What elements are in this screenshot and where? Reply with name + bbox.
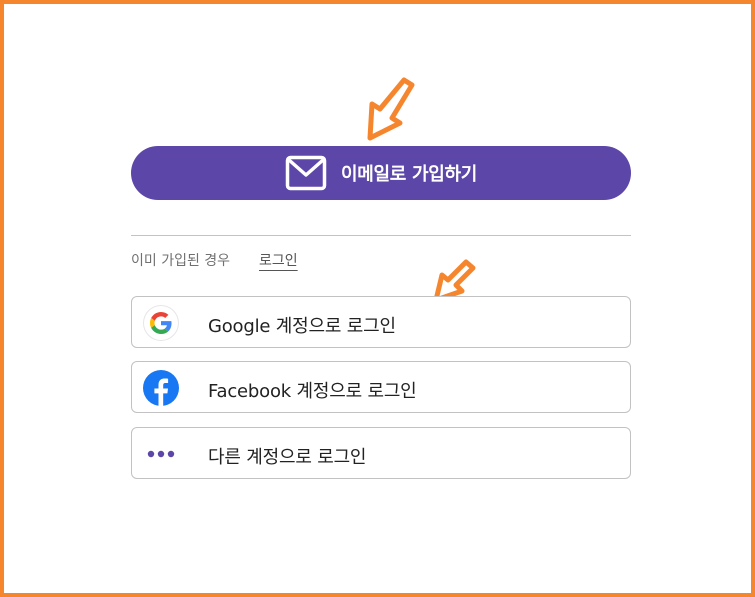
divider — [131, 235, 631, 236]
facebook-icon — [143, 370, 179, 406]
other-login-label: 다른 계정으로 로그인 — [208, 447, 367, 468]
more-dots-icon — [143, 436, 179, 472]
already-registered-text: 이미 가입된 경우 — [131, 253, 231, 269]
mail-icon — [285, 155, 327, 191]
email-signup-label: 이메일로 가입하기 — [340, 164, 478, 185]
google-login-button[interactable]: Google 계정으로 로그인 — [131, 296, 631, 348]
google-login-label: Google 계정으로 로그인 — [208, 316, 396, 337]
annotation-arrow-email — [367, 77, 415, 141]
google-icon — [143, 305, 179, 341]
email-signup-button[interactable]: 이메일로 가입하기 — [131, 146, 631, 200]
facebook-login-button[interactable]: Facebook 계정으로 로그인 — [131, 361, 631, 413]
facebook-login-label: Facebook 계정으로 로그인 — [208, 381, 417, 402]
other-login-button[interactable]: 다른 계정으로 로그인 — [131, 427, 631, 479]
login-link[interactable]: 로그인 — [259, 250, 298, 270]
